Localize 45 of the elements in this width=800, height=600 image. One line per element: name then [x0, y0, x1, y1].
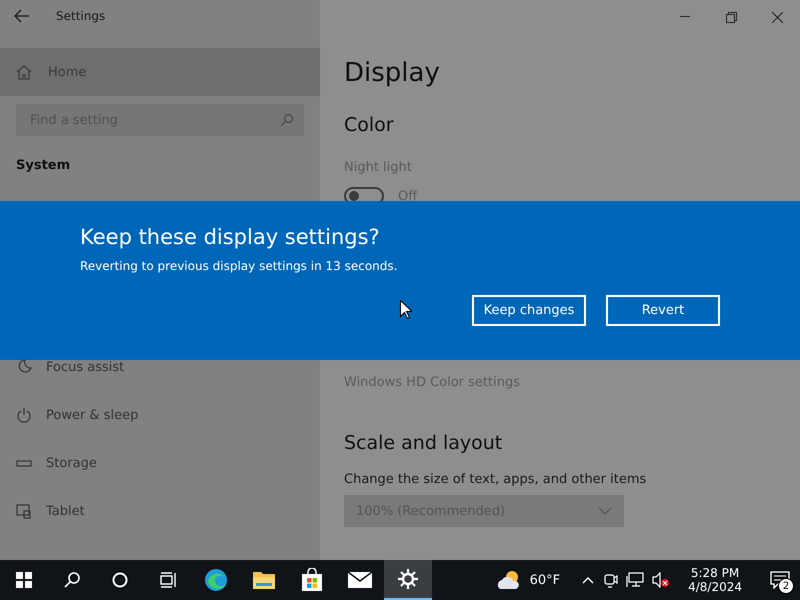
nav-item[interactable]: Storage	[0, 439, 320, 487]
task-view-icon	[159, 572, 177, 588]
window-title: Settings	[56, 9, 106, 23]
setting-label: Change the size of text, apps, and other items	[344, 472, 648, 487]
moon-icon	[16, 359, 32, 375]
section-heading: Scale and layout	[344, 432, 504, 454]
notifications-button[interactable]: 2	[760, 560, 800, 600]
back-arrow-icon[interactable]	[14, 9, 30, 23]
chevron-up-icon[interactable]	[582, 576, 594, 584]
shopping-bag-icon	[301, 568, 323, 592]
dialog-title: Keep these display settings?	[80, 225, 381, 249]
search-icon	[280, 113, 294, 127]
weather-temperature[interactable]: 60°F	[530, 572, 560, 588]
search-icon	[63, 571, 81, 589]
nav-item[interactable]: Focus assist	[0, 343, 320, 391]
gear-icon	[398, 569, 418, 589]
restore-icon	[726, 12, 736, 22]
cloud-sun-icon	[496, 570, 522, 590]
nav-item[interactable]: Power & sleep	[0, 391, 320, 439]
section-heading: Color	[344, 114, 395, 136]
tablet-icon	[16, 503, 32, 519]
network-icon[interactable]	[626, 572, 644, 588]
chevron-down-icon	[598, 507, 612, 515]
close-icon	[772, 12, 782, 22]
circle-icon	[112, 572, 128, 588]
notification-count: 2	[778, 578, 794, 594]
dialog-message: Reverting to previous display settings in 13 seconds.	[80, 259, 398, 273]
folder-icon	[252, 570, 276, 590]
keep-button[interactable]: Keep changes	[472, 295, 586, 326]
revert-button[interactable]: Revert	[606, 295, 720, 326]
envelope-icon	[347, 571, 373, 589]
clock[interactable]: 5:28 PM 4/8/2024	[688, 566, 742, 594]
section-heading: System	[16, 158, 72, 173]
home-icon	[16, 64, 32, 80]
browser-icon	[204, 568, 228, 592]
mouse-pointer-icon	[400, 300, 412, 319]
minimize-icon	[680, 16, 690, 18]
windows-logo-icon	[16, 572, 32, 588]
speaker-muted-icon[interactable]	[652, 572, 670, 588]
nav-item[interactable]: Tablet	[0, 487, 320, 535]
taskbar-button[interactable]	[384, 560, 432, 600]
power-icon	[16, 407, 32, 423]
message-icon	[770, 571, 790, 589]
page-title: Display	[344, 58, 441, 88]
camera-icon[interactable]	[602, 572, 618, 588]
